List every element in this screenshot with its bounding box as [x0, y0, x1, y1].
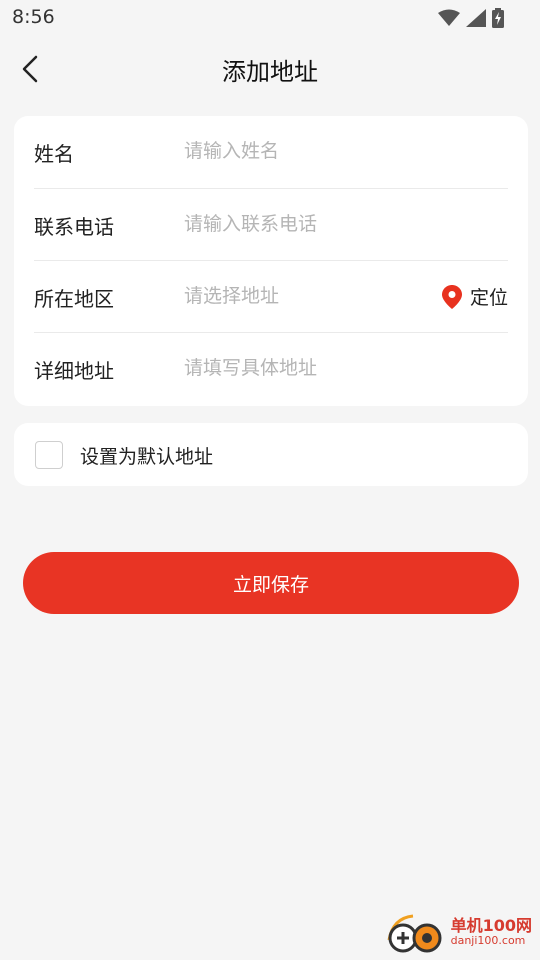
status-time: 8:56 [12, 6, 55, 28]
watermark-logo-icon [387, 914, 442, 953]
status-icons [438, 8, 504, 28]
watermark-url: danji100.com [450, 933, 526, 947]
battery-icon [492, 8, 504, 28]
region-row[interactable]: 所在地区 定位 [34, 260, 508, 333]
name-row: 姓名 [34, 116, 508, 188]
watermark-name: 单机100网 [450, 916, 532, 936]
default-address-card: 设置为默认地址 [14, 423, 528, 486]
wifi-icon [438, 9, 460, 26]
name-input[interactable] [184, 134, 424, 168]
address-form-card: 姓名 联系电话 所在地区 定位 详细地址 [14, 116, 528, 406]
region-label: 所在地区 [34, 287, 114, 311]
location-pin-icon [441, 284, 462, 309]
phone-input[interactable] [184, 207, 424, 241]
region-input[interactable] [184, 279, 424, 313]
default-address-checkbox[interactable] [35, 441, 63, 469]
save-button[interactable]: 立即保存 [23, 552, 519, 614]
detail-address-input[interactable] [184, 351, 424, 385]
default-address-label: 设置为默认地址 [80, 446, 214, 468]
phone-label: 联系电话 [34, 215, 114, 239]
nav-bar: 添加地址 [0, 36, 540, 100]
name-label: 姓名 [34, 142, 74, 166]
locate-button[interactable]: 定位 [441, 283, 508, 310]
status-bar: 8:56 [0, 0, 540, 36]
watermark: 单机100网 danji100.com [383, 910, 532, 954]
page-title: 添加地址 [222, 58, 318, 86]
locate-label: 定位 [469, 287, 508, 309]
detail-address-label: 详细地址 [34, 359, 114, 383]
detail-address-row: 详细地址 [34, 332, 508, 405]
signal-icon [466, 9, 486, 27]
phone-row: 联系电话 [34, 188, 508, 261]
